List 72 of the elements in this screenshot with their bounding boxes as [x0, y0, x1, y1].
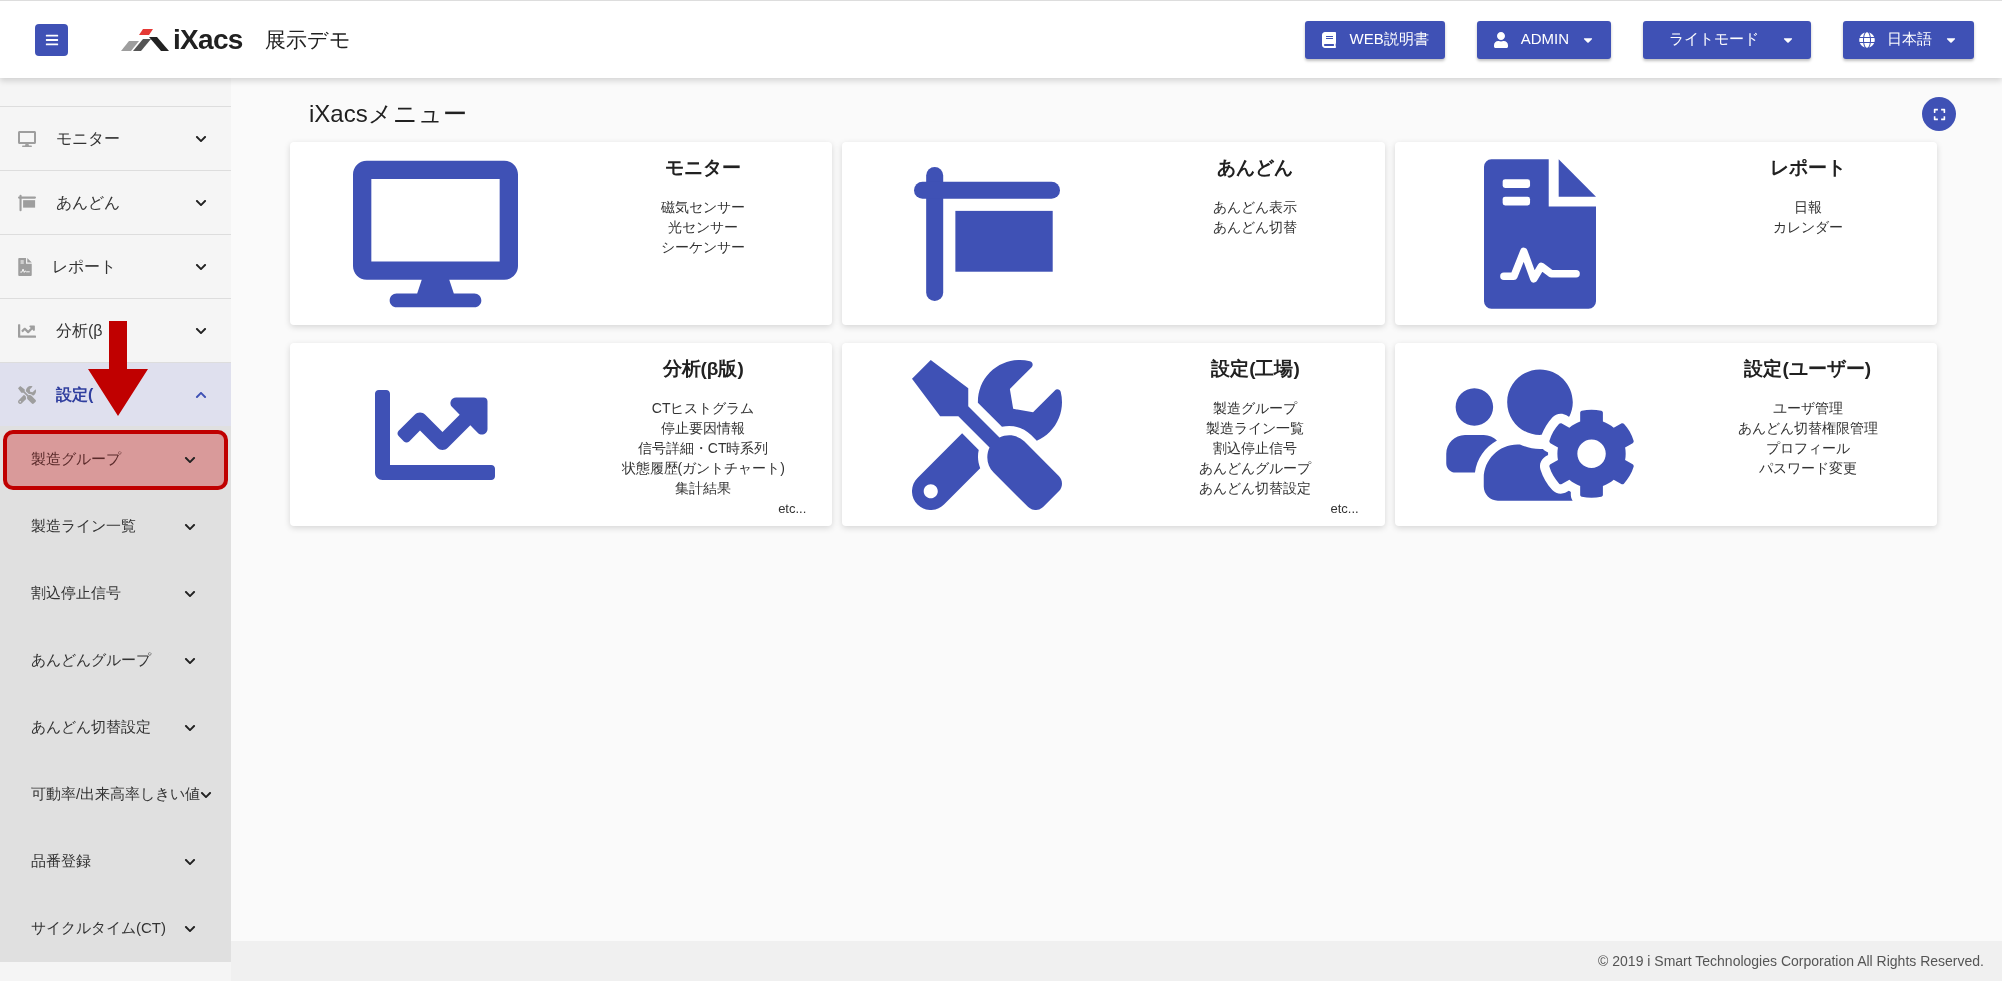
tools-icon [18, 385, 36, 404]
menu-button[interactable] [35, 23, 68, 56]
flag-icon [914, 166, 1061, 301]
card-link[interactable]: 集計結果 [675, 477, 732, 498]
tools-icon [912, 359, 1063, 510]
card-link[interactable]: 磁気センサー [661, 196, 746, 217]
card-link[interactable]: 製造グループ [1213, 397, 1298, 418]
dropdown-button[interactable]: ADMIN [1476, 20, 1611, 59]
card-link[interactable]: ユーザ管理 [1772, 397, 1843, 418]
document-icon [18, 257, 32, 276]
card-link[interactable]: 日報 [1793, 196, 1822, 217]
menu-card[interactable]: あんどん あんどん表示 あんどん切替 [842, 142, 1385, 325]
book-icon [1321, 31, 1338, 48]
menu-card[interactable]: 設定(工場) 製造グループ 製造ライン一覧 割込停止信号 あんどんグループ あんどん切替設定 etc... [842, 343, 1385, 526]
sidebar-item[interactable]: 設定( [0, 362, 231, 426]
card-link[interactable]: シーケンサー [661, 236, 746, 257]
menu-card[interactable]: モニター 磁気センサー 光センサー シーケンサー [290, 142, 833, 325]
app-title: 展示デモ [264, 26, 351, 53]
fullscreen-button[interactable] [1922, 97, 1956, 131]
card-title: あんどん [1217, 156, 1294, 180]
fullscreen-icon [1932, 107, 1946, 121]
card-link[interactable]: あんどん切替 [1213, 216, 1298, 237]
card-link[interactable]: 光センサー [668, 216, 739, 237]
card-title: 設定(工場) [1211, 357, 1300, 381]
sidebar-subitem[interactable]: 製造ライン一覧 [3, 496, 228, 557]
sidebar-subitem[interactable]: あんどんグループ [3, 630, 228, 691]
more-text: etc... [1330, 499, 1359, 518]
menu-icon [44, 32, 59, 47]
card-link[interactable]: あんどんグループ [1199, 457, 1312, 478]
globe-icon [1859, 31, 1875, 48]
logo-icon [121, 28, 169, 51]
sidebar-item[interactable]: モニター [0, 106, 231, 170]
document-icon [1483, 158, 1596, 309]
card-link[interactable]: 割込停止信号 [1213, 437, 1298, 458]
dropdown-button[interactable]: 日本語 [1843, 20, 1974, 59]
logo-text: iXacs [173, 25, 243, 54]
sidebar-item[interactable]: レポート [0, 234, 231, 298]
sidebar-subitem[interactable]: 割込停止信号 [3, 563, 228, 624]
sidebar-subitem[interactable]: 品番登録 [3, 831, 228, 892]
flag-icon [18, 193, 36, 212]
monitor-icon [18, 129, 36, 148]
card-link[interactable]: あんどん表示 [1213, 196, 1298, 217]
card-link[interactable]: プロフィール [1765, 437, 1850, 458]
line-chart-icon [18, 321, 36, 340]
menu-card[interactable]: 分析(β版) CTヒストグラム 停止要因情報 信号詳細・CT時系列 状態履歴(ガントチャート) 集計結果 etc... [290, 343, 833, 526]
menu-card[interactable]: レポート 日報 カレンダー [1394, 142, 1937, 325]
card-title: 設定(ユーザー) [1744, 357, 1872, 381]
card-link[interactable]: カレンダー [1772, 216, 1843, 237]
card-link[interactable]: あんどん切替権限管理 [1737, 417, 1878, 438]
card-link[interactable]: あんどん切替設定 [1199, 477, 1312, 498]
card-title: レポート [1769, 156, 1846, 180]
more-text: etc... [778, 499, 807, 518]
page-title: iXacsメニュー [309, 99, 467, 129]
menu-card[interactable]: 設定(ユーザー) ユーザ管理 あんどん切替権限管理 プロフィール パスワード変更 [1394, 343, 1937, 526]
sidebar-subitem[interactable]: サイクルタイム(CT) [3, 898, 228, 959]
sidebar-subitem[interactable]: 可動率/出来高率しきい値 [3, 764, 228, 825]
monitor-icon [352, 158, 518, 309]
card-link[interactable]: 停止要因情報 [661, 417, 746, 438]
sidebar-subitem[interactable]: 製造グループ [3, 429, 228, 490]
user-icon [1492, 31, 1509, 48]
dropdown-button[interactable]: ライトモード [1643, 20, 1811, 59]
copyright-text: © 2019 i Smart Technologies Corporation All Rights Reserved. [1598, 951, 1984, 971]
card-link[interactable]: パスワード変更 [1758, 457, 1857, 478]
card-title: 分析(β版) [662, 357, 744, 381]
card-link[interactable]: 信号詳細・CT時系列 [637, 437, 769, 458]
sidebar-subitem[interactable]: あんどん切替設定 [3, 697, 228, 758]
card-link[interactable]: CTヒストグラム [651, 397, 755, 418]
manual-button[interactable]: WEB説明書 [1305, 20, 1445, 59]
sidebar-item[interactable]: あんどん [0, 170, 231, 234]
card-link[interactable]: 製造ライン一覧 [1206, 417, 1305, 438]
card-title: モニター [665, 156, 742, 180]
card-link[interactable]: 状態履歴(ガントチャート) [621, 457, 785, 478]
